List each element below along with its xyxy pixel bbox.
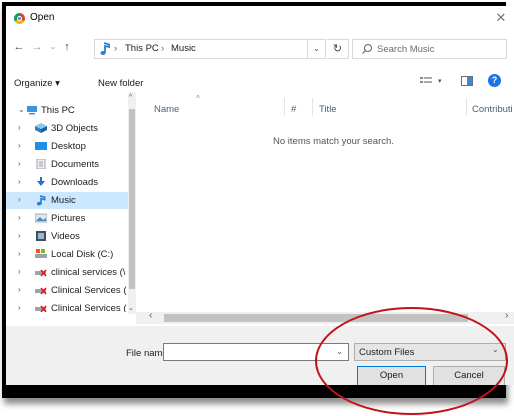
tree-item-network-drive[interactable]: › Clinical Services ( (6, 300, 128, 312)
tree-item-network-drive[interactable]: › Clinical Services ( (6, 282, 128, 299)
tree-label: Local Disk (C:) (51, 249, 114, 260)
tree-label: Videos (51, 231, 80, 242)
preview-pane-icon[interactable] (461, 76, 473, 86)
search-input[interactable]: Search Music (377, 44, 435, 55)
organize-menu[interactable]: Organize ▾ (14, 78, 60, 89)
empty-message: No items match your search. (273, 136, 394, 147)
chevron-right-icon[interactable]: › (18, 303, 21, 312)
tree-label: Downloads (51, 177, 98, 188)
chevron-right-icon[interactable]: › (18, 267, 21, 276)
help-icon[interactable]: ? (488, 74, 501, 87)
tree-label: This PC (41, 105, 75, 116)
sort-arrow-icon: ^ (196, 94, 200, 103)
tree-label: Pictures (51, 213, 86, 224)
column-number[interactable]: # (291, 104, 296, 115)
title-bar (6, 6, 514, 32)
new-folder-button[interactable]: New folder (98, 78, 143, 89)
computer-icon (27, 106, 37, 115)
tree-label: Desktop (51, 141, 86, 152)
tree-item-this-pc[interactable]: ⌄ This PC (6, 102, 128, 119)
column-divider (312, 98, 313, 116)
chevron-down-icon[interactable]: ⌄ (18, 105, 25, 114)
column-name[interactable]: Name (154, 104, 179, 115)
forward-arrow-icon[interactable]: → (30, 40, 44, 54)
search-icon (362, 43, 373, 54)
music-note-icon (36, 195, 46, 206)
breadcrumb-music[interactable]: Music (171, 43, 196, 54)
tree-label: clinical services (\ (51, 267, 126, 278)
tree-item-videos[interactable]: › Videos (6, 228, 128, 245)
column-divider (466, 98, 467, 116)
tree-item-music[interactable]: › Music (6, 192, 128, 209)
tree-item-pictures[interactable]: › Pictures (6, 210, 128, 227)
tree-label: Music (51, 195, 76, 206)
back-arrow-icon[interactable]: ← (12, 40, 26, 54)
downloads-icon (37, 177, 45, 186)
disconnected-drive-icon (35, 305, 47, 312)
column-divider (284, 98, 285, 116)
view-options-icon[interactable] (420, 76, 432, 86)
column-contributing-artists[interactable]: Contributi (472, 104, 513, 115)
videos-icon (36, 231, 46, 241)
breadcrumb-separator-icon: › (161, 43, 165, 54)
tree-item-documents[interactable]: › Documents (6, 156, 128, 173)
tree-item-network-drive[interactable]: › clinical services (\ (6, 264, 128, 281)
scroll-right-icon[interactable]: › (505, 310, 508, 321)
local-disk-icon (35, 249, 47, 258)
pictures-icon (35, 213, 47, 223)
tree-item-3d-objects[interactable]: › 3D Objects (6, 120, 128, 137)
chevron-right-icon[interactable]: › (18, 159, 21, 168)
navigation-scroll-thumb[interactable] (129, 109, 135, 289)
annotation-circle (315, 307, 508, 415)
address-dropdown-icon[interactable]: ⌄ (308, 39, 326, 59)
chevron-right-icon[interactable]: › (18, 231, 21, 240)
tree-item-desktop[interactable]: › Desktop (6, 138, 128, 155)
breadcrumb-separator-icon: › (114, 43, 118, 54)
chevron-right-icon[interactable]: › (18, 195, 21, 204)
scroll-left-icon[interactable]: ‹ (149, 310, 152, 321)
documents-icon (36, 159, 46, 169)
tree-label: 3D Objects (51, 123, 98, 134)
disconnected-drive-icon (35, 287, 47, 295)
up-arrow-icon[interactable]: ↑ (60, 40, 74, 54)
view-dropdown-icon[interactable]: ▾ (438, 77, 442, 85)
disconnected-drive-icon (35, 269, 47, 277)
scroll-up-icon[interactable]: ^ (129, 94, 132, 101)
chevron-right-icon[interactable]: › (18, 177, 21, 186)
tree-item-downloads[interactable]: › Downloads (6, 174, 128, 191)
column-title[interactable]: Title (319, 104, 337, 115)
music-note-icon (100, 42, 110, 55)
chrome-icon (14, 13, 25, 24)
chevron-right-icon[interactable]: › (18, 213, 21, 222)
tree-label: Clinical Services ( (51, 303, 127, 312)
breadcrumb-this-pc[interactable]: This PC (125, 43, 159, 54)
dialog-title: Open (30, 12, 55, 23)
tree-label: Documents (51, 159, 100, 170)
tree-label: Clinical Services ( (51, 285, 127, 296)
tree-item-local-disk[interactable]: › Local Disk (C:) (6, 246, 128, 263)
scroll-down-icon[interactable]: ⌄ (128, 304, 134, 312)
refresh-icon[interactable]: ↻ (327, 39, 349, 59)
chevron-right-icon[interactable]: › (18, 141, 21, 150)
desktop-icon (35, 142, 47, 150)
recent-locations-chevron-icon[interactable]: ⌄ (46, 40, 60, 54)
close-icon[interactable]: ✕ (490, 8, 512, 28)
chevron-right-icon[interactable]: › (18, 123, 21, 132)
chevron-right-icon[interactable]: › (18, 285, 21, 294)
3d-objects-icon (35, 123, 47, 133)
chevron-right-icon[interactable]: › (18, 249, 21, 258)
